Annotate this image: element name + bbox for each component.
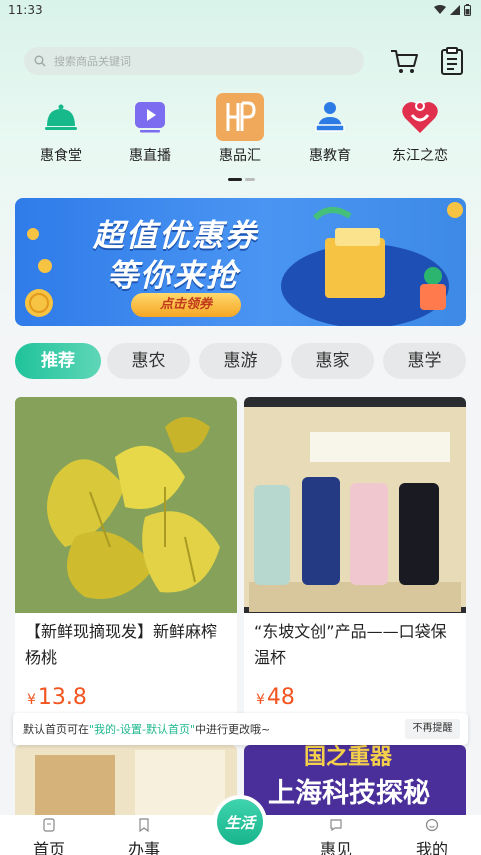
page-indicator xyxy=(228,178,255,181)
default-page-toast: 默认首页可在"我的-设置-默认首页"中进行更改哦~ 不再提醒 xyxy=(13,713,468,745)
product-card-partial[interactable]: 国之重器 上海科技探秘 xyxy=(244,745,466,820)
product-image-starfruit xyxy=(15,397,237,613)
currency-symbol: ¥ xyxy=(256,692,265,708)
status-time: 11:33 xyxy=(8,3,43,17)
cart-button[interactable] xyxy=(388,45,420,77)
heart-logo-icon xyxy=(396,93,444,141)
tab-travel[interactable]: 惠游 xyxy=(199,343,282,379)
quick-nav-canteen[interactable]: 惠食堂 xyxy=(21,93,101,165)
orders-button[interactable] xyxy=(436,45,468,77)
search-input[interactable] xyxy=(54,54,334,68)
tab-study[interactable]: 惠学 xyxy=(383,343,466,379)
tab-recommend[interactable]: 推荐 xyxy=(15,343,101,379)
toast-highlight: "我的-设置-默认首页" xyxy=(89,723,196,736)
cloche-icon xyxy=(37,93,85,141)
coupon-banner[interactable]: 超值优惠券 等你来抢 点击领券 xyxy=(15,198,466,326)
quick-nav-label: 惠直播 xyxy=(129,148,171,164)
quick-nav-dongjiang[interactable]: 东江之恋 xyxy=(380,93,460,165)
battery-icon xyxy=(464,4,471,16)
nav-label: 我的 xyxy=(415,840,448,855)
status-bar: 11:33 xyxy=(0,0,481,22)
tab-agriculture[interactable]: 惠农 xyxy=(107,343,190,379)
toast-prefix: 默认首页可在 xyxy=(23,723,89,736)
quick-nav-live[interactable]: 惠直播 xyxy=(110,93,190,165)
quick-nav: 惠食堂 惠直播 惠品汇 惠教育 东江之恋 xyxy=(0,93,481,173)
product-price: ¥48 xyxy=(256,685,295,710)
page-dot xyxy=(245,178,255,181)
product-image-tea xyxy=(15,745,237,820)
nav-profile[interactable]: 我的 xyxy=(397,817,467,855)
hp-logo-icon xyxy=(216,93,264,141)
bottom-nav: 首页 办事 生活 惠见 我的 xyxy=(0,799,481,855)
home-icon xyxy=(43,818,55,832)
play-icon xyxy=(126,93,174,141)
smile-icon xyxy=(425,818,439,832)
tab-home[interactable]: 惠家 xyxy=(291,343,374,379)
product-title: 【新鲜现摘现发】新鲜麻榨杨桃 xyxy=(25,622,218,667)
toast-suffix: 中进行更改哦~ xyxy=(195,723,271,736)
card-text: 上海科技探秘 xyxy=(268,778,430,809)
toast-message: 默认首页可在"我的-设置-默认首页"中进行更改哦~ xyxy=(23,721,270,737)
banner-title: 超值优惠券 xyxy=(93,218,258,254)
nav-label: 惠见 xyxy=(319,840,352,855)
dont-remind-button[interactable]: 不再提醒 xyxy=(405,719,460,739)
quick-nav-education[interactable]: 惠教育 xyxy=(290,93,370,165)
clipboard-icon xyxy=(441,47,463,75)
banner-subtitle: 等你来抢 xyxy=(107,258,239,294)
nav-label: 首页 xyxy=(32,840,65,855)
wifi-icon xyxy=(434,5,446,14)
product-card[interactable]: “东坡文创”产品——口袋保温杯 ¥48 xyxy=(244,397,466,717)
page-dot-active xyxy=(228,178,242,181)
nav-label: 办事 xyxy=(127,840,160,855)
price-value: 48 xyxy=(266,685,295,710)
claim-coupon-button[interactable]: 点击领券 xyxy=(131,293,241,317)
nav-life[interactable]: 生活 xyxy=(217,799,263,845)
quick-nav-label: 惠品汇 xyxy=(219,148,261,164)
product-price: ¥13.8 xyxy=(27,685,87,710)
cart-icon xyxy=(391,50,418,73)
nav-services[interactable]: 办事 xyxy=(109,817,179,855)
teacher-icon xyxy=(306,93,354,141)
quick-nav-label: 惠教育 xyxy=(309,148,351,164)
product-card-partial[interactable] xyxy=(15,745,237,820)
search-icon xyxy=(34,55,46,67)
nav-discover[interactable]: 惠见 xyxy=(301,817,371,855)
price-value: 13.8 xyxy=(37,685,87,710)
category-tabs: 推荐 惠农 惠游 惠家 惠学 xyxy=(15,343,475,379)
card-text-top: 国之重器 xyxy=(304,745,393,770)
product-title: “东坡文创”产品——口袋保温杯 xyxy=(254,622,447,667)
message-icon xyxy=(330,819,342,832)
product-card[interactable]: 【新鲜现摘现发】新鲜麻榨杨桃 ¥13.8 xyxy=(15,397,237,717)
currency-symbol: ¥ xyxy=(27,692,36,708)
signal-icon xyxy=(450,5,460,15)
quick-nav-label: 东江之恋 xyxy=(392,148,448,164)
search-bar[interactable] xyxy=(24,47,364,75)
quick-nav-mall[interactable]: 惠品汇 xyxy=(200,93,280,165)
bookmark-icon xyxy=(139,818,149,833)
status-icons xyxy=(434,4,471,16)
nav-home[interactable]: 首页 xyxy=(14,817,84,855)
quick-nav-label: 惠食堂 xyxy=(40,148,82,164)
product-image-thermos xyxy=(244,397,466,613)
